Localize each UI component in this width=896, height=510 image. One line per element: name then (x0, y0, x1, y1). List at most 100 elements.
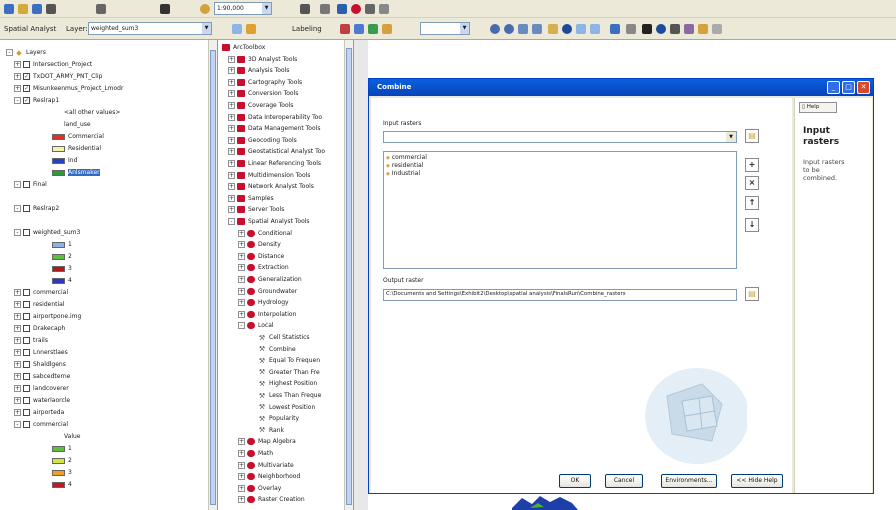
table-icon[interactable] (320, 4, 330, 14)
expand-toggle-icon[interactable]: + (14, 289, 21, 296)
toolbox-item[interactable]: + Conditional (238, 229, 292, 238)
toolbox-item[interactable]: + Extraction (238, 263, 289, 272)
expand-toggle-icon[interactable]: + (228, 183, 235, 191)
expand-toggle-icon[interactable]: + (228, 55, 235, 63)
toc-layer[interactable]: + airportpone.img (14, 312, 81, 321)
expand-toggle-icon[interactable]: - (14, 181, 21, 188)
spatial-analyst-menu[interactable]: Spatial Analyst (4, 23, 56, 35)
map-scale-combo[interactable]: 1:90,000 ▼ (214, 2, 272, 15)
expand-toggle-icon[interactable]: - (14, 205, 21, 212)
toc-layer[interactable]: + Intersection_Project (14, 60, 92, 69)
toolbox-item[interactable]: + Data Management Tools (228, 124, 320, 133)
toc-layer[interactable]: + trails (14, 336, 48, 345)
expand-toggle-icon[interactable]: + (14, 385, 21, 392)
expand-toggle-icon[interactable]: - (14, 229, 21, 236)
expand-toggle-icon[interactable]: + (14, 409, 21, 416)
expand-toggle-icon[interactable]: + (14, 325, 21, 332)
input-rasters-list[interactable]: ◆ commercial ◆ residential ◆ Industrial (383, 151, 737, 269)
layer-visibility-checkbox[interactable]: ✓ (23, 85, 30, 92)
ok-button[interactable]: OK (559, 474, 591, 488)
toc-layer[interactable]: + Drakecaph (14, 324, 65, 333)
zoom-in-icon[interactable] (490, 24, 500, 34)
toc-layer[interactable]: + ✓ Misunkeenmus_Project_Lmodr (14, 84, 123, 93)
layer-visibility-checkbox[interactable] (23, 385, 30, 392)
layer-visibility-checkbox[interactable] (23, 325, 30, 332)
expand-toggle-icon[interactable]: + (238, 461, 245, 469)
expand-toggle-icon[interactable]: + (238, 299, 245, 307)
toc-layer[interactable]: + ✓ TxDOT_ARMY_PNT_Clip (14, 72, 102, 81)
expand-toggle-icon[interactable]: + (228, 90, 235, 98)
browse-input-button[interactable]: ▤ (745, 129, 759, 143)
expand-toggle-icon[interactable]: + (14, 301, 21, 308)
toolbox-item[interactable]: + Geostatistical Analyst Too (228, 147, 325, 156)
expand-toggle-icon[interactable]: + (228, 78, 235, 86)
expand-toggle-icon[interactable]: - (14, 421, 21, 428)
label-manager-icon[interactable] (340, 24, 350, 34)
expand-toggle-icon[interactable]: + (238, 473, 245, 481)
layer-visibility-checkbox[interactable] (23, 289, 30, 296)
effects-layer-combo[interactable]: ▼ (420, 22, 470, 35)
toolbox-item[interactable]: + Server Tools (228, 205, 284, 214)
expand-toggle-icon[interactable]: - (228, 218, 235, 225)
toc-layer[interactable]: + waterlaorcle (14, 396, 70, 405)
toolbox-item[interactable]: + Density (238, 240, 281, 249)
expand-toggle-icon[interactable]: + (238, 264, 245, 272)
add-data-icon[interactable] (160, 4, 170, 14)
toolbox-item[interactable]: + Conversion Tools (228, 89, 298, 98)
minimize-button[interactable]: _ (827, 81, 840, 94)
expand-toggle-icon[interactable]: + (228, 67, 235, 75)
layer-visibility-checkbox[interactable] (23, 61, 30, 68)
toc-scroll-thumb[interactable] (210, 50, 216, 505)
zoom-out-icon[interactable] (504, 24, 514, 34)
back-extent-icon[interactable] (576, 24, 586, 34)
remove-raster-button[interactable]: × (745, 176, 759, 190)
arctoolbox-icon[interactable] (351, 4, 361, 14)
toolbox-item[interactable]: ArcToolbox (222, 43, 265, 52)
expand-toggle-icon[interactable]: + (14, 337, 21, 344)
toolbox-item[interactable]: + Math (238, 449, 273, 458)
help-tab[interactable]: ▯ Help (799, 102, 837, 113)
layer-visibility-checkbox[interactable] (23, 337, 30, 344)
toolbox-item[interactable]: + Groundwater (238, 287, 297, 296)
expand-toggle-icon[interactable]: + (14, 349, 21, 356)
tool-item[interactable]: ⚒ Cell Statistics (258, 333, 310, 342)
toc-layer[interactable]: - ◆ Layers (6, 48, 46, 57)
toc-layer[interactable]: + commercial (14, 288, 68, 297)
output-raster-field[interactable]: C:\Documents and Settings\Exhibit2\Deskt… (383, 289, 737, 301)
toolbox-item[interactable]: + Data Interoperability Too (228, 113, 322, 122)
hyperlink-icon[interactable] (698, 24, 708, 34)
layer-visibility-checkbox[interactable] (23, 181, 30, 188)
layer-visibility-checkbox[interactable] (23, 397, 30, 404)
add-raster-button[interactable]: + (745, 158, 759, 172)
toolbox-item[interactable]: + Samples (228, 194, 274, 203)
move-down-button[interactable]: ↓ (745, 218, 759, 232)
toolbox-scrollbar[interactable] (344, 40, 353, 510)
add-data-plus-icon[interactable] (200, 4, 210, 14)
tool-item[interactable]: ⚒ Greater Than Fre (258, 368, 320, 377)
expand-toggle-icon[interactable]: + (14, 73, 21, 80)
toolbox-item[interactable]: + Neighborhood (238, 472, 300, 481)
toolbox-item[interactable]: + Linear Referencing Tools (228, 159, 321, 168)
lock-labels-icon[interactable] (382, 24, 392, 34)
toolbox-item[interactable]: + Distance (238, 252, 284, 261)
expand-toggle-icon[interactable]: + (228, 160, 235, 167)
layer-visibility-checkbox[interactable] (23, 205, 30, 212)
labeling-menu[interactable]: Labeling (292, 23, 322, 35)
tool-item[interactable]: ⚒ Equal To Frequen (258, 356, 320, 365)
identify-icon[interactable] (656, 24, 666, 34)
toolbox-item[interactable]: + Interpolation (238, 310, 296, 319)
expand-toggle-icon[interactable]: + (14, 373, 21, 380)
expand-toggle-icon[interactable]: + (14, 85, 21, 92)
move-up-button[interactable]: ↑ (745, 196, 759, 210)
toolbox-scroll-thumb[interactable] (346, 48, 352, 505)
tool-item[interactable]: ⚒ Popularity (258, 414, 299, 423)
measure-icon[interactable] (684, 24, 694, 34)
layer-visibility-checkbox[interactable] (23, 373, 30, 380)
toolbox-item[interactable]: - Local (238, 321, 274, 330)
toolbox-item[interactable]: + Generalization (238, 275, 302, 284)
raster-list-item[interactable]: ◆ Industrial (386, 170, 736, 178)
layer-visibility-checkbox[interactable] (23, 349, 30, 356)
layer-visibility-checkbox[interactable] (23, 421, 30, 428)
input-rasters-combo[interactable]: ▼ (383, 131, 737, 143)
contour-icon[interactable] (246, 24, 256, 34)
